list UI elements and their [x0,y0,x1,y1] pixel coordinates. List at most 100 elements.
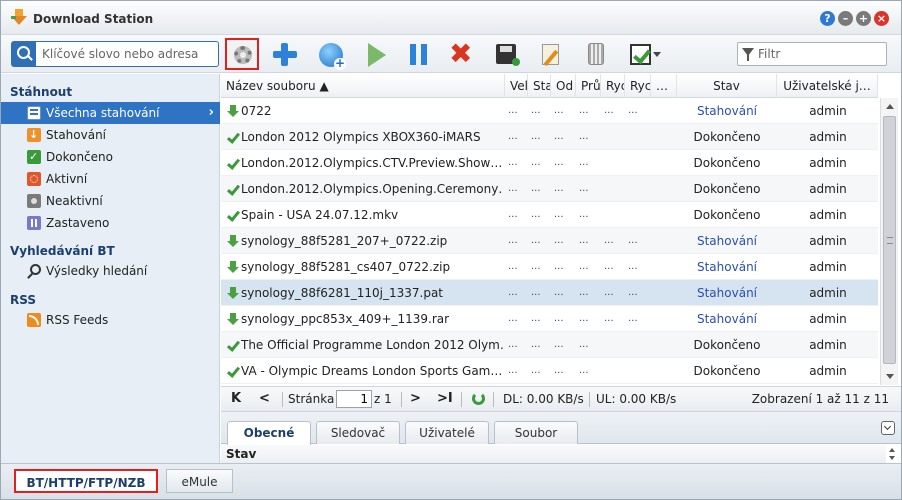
tab-tracker[interactable]: Sledovač [316,421,400,444]
play-icon [368,43,386,67]
sidebar-item-active[interactable]: Aktivní [1,168,220,190]
tab-peers[interactable]: Uživatelé [405,421,489,444]
settings-button[interactable] [225,38,259,70]
sidebar-item-all-downloads[interactable]: Všechna stahování › [1,102,220,124]
column-progress[interactable]: Prů [576,74,601,98]
truncated-cell: ... [508,157,518,168]
sidebar-item-completed[interactable]: Dokončeno [1,146,220,168]
pager-separator [401,392,402,407]
filter-input[interactable] [756,46,880,62]
truncated-cell: ... [628,313,638,324]
downloading-arrow-icon [227,261,239,273]
user-cell: admin [809,338,847,352]
sidebar-item-rss-feeds[interactable]: RSS Feeds [1,309,220,331]
file-name-cell: synology_ppc853x_409+_1139.rar [241,312,450,326]
column-status[interactable]: Stav [677,74,777,98]
tab-emule[interactable]: eMule [166,469,233,493]
prev-page-button[interactable]: < [259,387,270,411]
sidebar-item-stopped[interactable]: Zastaveno [1,212,220,234]
select-dropdown-button[interactable] [625,38,667,70]
collapse-panel-icon[interactable] [881,421,895,435]
scroll-down-icon[interactable] [886,374,894,379]
last-page-button[interactable]: >I [437,387,453,411]
first-page-button[interactable]: K [231,387,241,411]
grid-scrollbar[interactable] [880,98,898,385]
tab-bt-http-ftp-nzb[interactable]: BT/HTTP/FTP/NZB [14,469,158,493]
truncated-cell: ... [554,365,564,376]
truncated-cell: ... [554,183,564,194]
tab-file[interactable]: Soubor [494,421,578,444]
column-user[interactable]: Uživatelské j… [777,74,878,98]
table-row[interactable]: synology_ppc853x_409+_1139.rar..........… [221,306,878,332]
truncated-cell: ... [531,313,541,324]
page-label: Stránka [288,392,335,406]
close-button[interactable]: × [874,11,889,26]
clear-completed-button[interactable] [579,38,613,70]
user-cell: admin [809,104,847,118]
next-page-button[interactable]: > [410,387,421,411]
create-task-button[interactable] [268,38,302,70]
select-icon [630,44,651,65]
table-row[interactable]: London 2012 Olympics XBOX360-iMARS......… [221,124,878,150]
table-row[interactable]: 0722.................. Stahování admin [221,98,878,124]
scroll-thumb[interactable] [883,116,896,364]
completed-check-icon [227,157,239,169]
save-button[interactable] [489,38,523,70]
column-size[interactable]: Vel [505,74,528,98]
page-number-input[interactable] [336,390,372,408]
table-row[interactable]: London.2012.Olympics.CTV.Preview.Show…..… [221,150,878,176]
user-cell: admin [809,130,847,144]
tab-general[interactable]: Obecné [227,421,311,445]
file-name-cell: VA - Olympic Dreams London Sports Gam… [241,364,503,378]
help-button[interactable]: ? [820,11,835,26]
column-file-name[interactable]: Název souboru ▲ [221,74,505,98]
refresh-icon[interactable] [472,392,485,405]
user-cell: admin [809,182,847,196]
edit-icon [542,44,559,65]
truncated-cell: ... [579,209,589,220]
status-cell: Dokončeno [693,156,761,170]
sidebar-item-search-results[interactable]: Výsledky hledání [1,260,220,282]
pause-button[interactable] [401,38,435,70]
column-more[interactable]: … [651,74,677,98]
column-uploaded[interactable]: Od [551,74,576,98]
table-row[interactable]: synology_88f5281_cs407_0722.zip.........… [221,254,878,280]
table-row[interactable]: synology_88f6281_110j_1337.pat..........… [221,280,878,306]
table-row[interactable]: London.2012.Olympics.Opening.Ceremony…..… [221,176,878,202]
user-cell: admin [809,260,847,274]
delete-button[interactable]: ✖ [445,38,479,70]
column-downloaded[interactable]: Sta [528,74,551,98]
add-url-button[interactable] [314,38,348,70]
sidebar-item-label: Dokončeno [46,150,113,164]
resume-button[interactable] [358,38,392,70]
download-grid: Název souboru ▲ Vel Sta Od Prů Ryc Ryc …… [221,74,901,386]
maximize-button[interactable]: + [856,11,871,26]
status-cell: Stahování [696,234,758,248]
truncated-cell: ... [554,131,564,142]
edit-button[interactable] [534,38,568,70]
sidebar-item-inactive[interactable]: Neaktivní [1,190,220,212]
downloading-arrow-icon [227,105,239,117]
table-row[interactable]: The Official Programme London 2012 Olym…… [221,332,878,358]
minimize-button[interactable]: – [838,11,853,26]
table-row[interactable]: Spain - USA 24.07.12.mkv............ Doko… [221,202,878,228]
active-icon [27,172,41,186]
scroll-up-icon[interactable] [886,104,894,109]
page-summary: Zobrazení 1 až 11 z 11 [751,392,889,406]
plus-icon-vertical [281,43,288,66]
sidebar-item-downloading[interactable]: Stahování [1,124,220,146]
search-box [11,41,219,67]
user-cell: admin [809,364,847,378]
table-row[interactable]: synology_88f5281_207+_0722.zip..........… [221,228,878,254]
upload-speed: UL: 0.00 KB/s [596,392,677,406]
search-input[interactable] [40,45,216,63]
truncated-cell: ... [554,235,564,246]
column-download-speed[interactable]: Ryc [601,74,625,98]
section-rss: RSS [10,293,36,307]
truncated-cell: ... [579,105,589,116]
column-upload-speed[interactable]: Ryc [625,74,651,98]
detail-scrollbar[interactable] [887,446,899,462]
search-icon[interactable] [12,42,36,66]
table-row[interactable]: VA - Olympic Dreams London Sports Gam…..… [221,358,878,384]
truncated-cell: ... [628,261,638,272]
